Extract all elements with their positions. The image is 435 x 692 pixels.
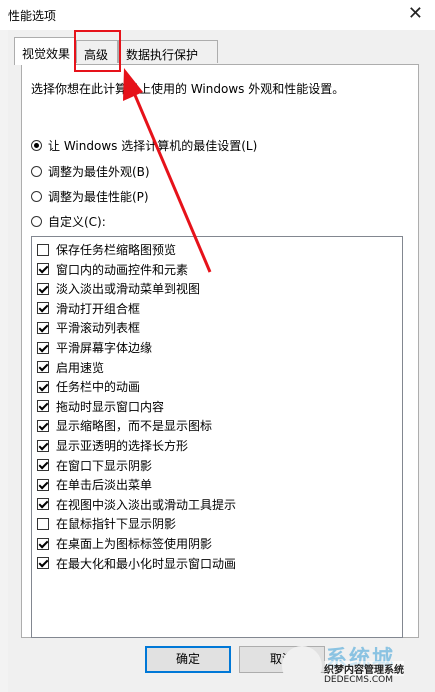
checkbox[interactable] [37,282,49,295]
checkbox[interactable] [37,380,49,393]
checkbox[interactable] [37,517,49,530]
checkbox[interactable] [37,263,49,276]
effect-item[interactable]: 平滑屏幕字体边缘 [37,339,152,356]
radio-label: 调整为最佳性能(P) [48,190,149,204]
watermark-line2: DEDECMS.COM [324,675,393,685]
effect-item[interactable]: 窗口内的动画控件和元素 [37,261,188,278]
radio-let-windows-choose[interactable]: 让 Windows 选择计算机的最佳设置(L) [31,137,257,154]
radio-label: 调整为最佳外观(B) [48,165,150,179]
radio-custom[interactable]: 自定义(C): [31,213,106,230]
checkbox[interactable] [37,400,49,413]
checkbox[interactable] [37,321,49,334]
watermark-logo [282,646,322,686]
effect-label: 平滑屏幕字体边缘 [56,341,153,355]
effect-label: 窗口内的动画控件和元素 [56,262,189,277]
effect-label: 拖动时显示窗口内容 [56,399,165,414]
background-window-edge [0,30,8,692]
effect-item[interactable]: 在桌面上为图标标签使用阴影 [37,535,212,552]
effect-item[interactable]: 启用速览 [37,359,104,376]
effect-label: 在窗口下显示阴影 [56,458,153,473]
effect-label: 显示缩略图，而不是显示图标 [56,419,213,434]
effect-item[interactable]: 平滑滚动列表框 [37,319,140,336]
description-text: 选择你想在此计算机上使用的 Windows 外观和性能设置。 [31,82,345,96]
checkbox[interactable] [37,537,49,550]
effect-label: 在最大化和最小化时显示窗口动画 [56,556,237,571]
tab-data-execution-prevention[interactable]: 数据执行保护 [118,40,218,63]
ok-button[interactable]: 确定 [145,646,231,673]
window-title: 性能选项 [8,9,57,23]
title-bar: 性能选项 ✕ [0,0,435,30]
effect-item[interactable]: 保存任务栏缩略图预览 [37,241,176,258]
effect-item[interactable]: 在视图中淡入淡出或滑动工具提示 [37,496,236,513]
tab-visual-effects[interactable]: 视觉效果 [14,37,76,65]
effect-item[interactable]: 在鼠标指针下显示阴影 [37,515,176,532]
radio-indicator[interactable] [31,140,42,151]
tab-advanced[interactable]: 高级 [76,40,118,63]
radio-label: 让 Windows 选择计算机的最佳设置(L) [48,139,258,153]
radio-best-appearance[interactable]: 调整为最佳外观(B) [31,163,150,180]
effect-label: 显示亚透明的选择长方形 [56,439,189,453]
radio-indicator[interactable] [31,166,42,177]
watermark-line1: 织梦内容管理系统 [324,661,404,676]
checkbox[interactable] [37,498,49,511]
radio-indicator[interactable] [31,216,42,227]
effect-item[interactable]: 显示亚透明的选择长方形 [37,437,188,454]
close-icon[interactable]: ✕ [408,3,423,24]
checkbox[interactable] [37,419,49,432]
checkbox[interactable] [37,439,49,452]
watermark: 系统城 织梦内容管理系统 DEDECMS.COM [280,640,435,692]
checkbox[interactable] [37,341,49,354]
effect-label: 保存任务栏缩略图预览 [56,243,177,257]
radio-label: 自定义(C): [48,215,106,229]
checkbox[interactable] [37,243,49,256]
effect-label: 启用速览 [56,360,105,375]
radio-best-performance[interactable]: 调整为最佳性能(P) [31,188,149,205]
effects-list[interactable]: 保存任务栏缩略图预览 窗口内的动画控件和元素 淡入淡出或滑动菜单到视图 滑动打开组合框… [31,236,403,638]
effect-label: 在视图中淡入淡出或滑动工具提示 [56,497,237,512]
checkbox[interactable] [37,302,49,315]
effect-label: 在桌面上为图标标签使用阴影 [56,537,213,551]
effect-item[interactable]: 滑动打开组合框 [37,300,140,317]
effect-label: 在单击后淡出菜单 [56,478,153,493]
effect-label: 在鼠标指针下显示阴影 [56,517,177,532]
effect-label: 滑动打开组合框 [56,301,141,316]
checkbox[interactable] [37,459,49,472]
checkbox[interactable] [37,361,49,374]
checkbox[interactable] [37,478,49,491]
effect-label: 淡入淡出或滑动菜单到视图 [56,282,201,297]
effect-label: 平滑滚动列表框 [56,321,141,336]
effect-item[interactable]: 任务栏中的动画 [37,378,140,395]
effect-item[interactable]: 在单击后淡出菜单 [37,476,152,493]
effect-label: 任务栏中的动画 [56,380,141,395]
radio-indicator[interactable] [31,191,42,202]
effect-item[interactable]: 在窗口下显示阴影 [37,457,152,474]
effect-item[interactable]: 拖动时显示窗口内容 [37,398,164,415]
effect-item[interactable]: 淡入淡出或滑动菜单到视图 [37,280,200,297]
checkbox[interactable] [37,557,49,570]
effect-item[interactable]: 显示缩略图，而不是显示图标 [37,417,212,434]
effect-item[interactable]: 在最大化和最小化时显示窗口动画 [37,555,236,572]
